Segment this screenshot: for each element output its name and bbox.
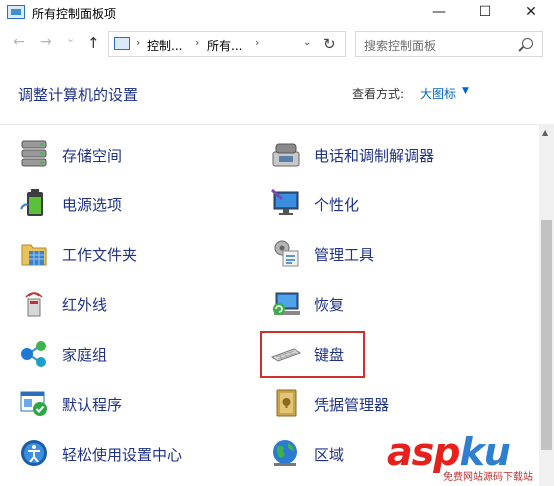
item-label: 工作文件夹 <box>62 246 138 264</box>
item-label: 家庭组 <box>62 346 108 364</box>
window-title: 所有控制面板项 <box>32 7 117 21</box>
phone-modem-icon <box>272 143 300 167</box>
control-panel-icon <box>7 5 25 19</box>
item-recovery[interactable]: 恢复 <box>270 287 500 323</box>
item-label: 个性化 <box>314 196 360 214</box>
item-label: 红外线 <box>62 296 108 314</box>
item-label: 存储空间 <box>62 147 123 165</box>
watermark: aspku 免费网站源码下载站 <box>383 430 554 486</box>
chevron-right-icon: › <box>136 36 141 49</box>
forward-arrow-icon[interactable]: → <box>40 34 52 50</box>
item-label: 凭据管理器 <box>314 396 390 414</box>
address-bar[interactable]: › 控制... › 所有... › ⌄ ↻ <box>108 31 346 57</box>
search-box[interactable]: 搜索控制面板 <box>355 31 543 57</box>
credential-manager-icon <box>276 389 297 417</box>
item-label: 轻松使用设置中心 <box>62 446 183 464</box>
personalization-icon <box>270 188 299 215</box>
watermark-subtitle: 免费网站源码下载站 <box>443 468 533 483</box>
search-icon[interactable] <box>522 38 533 49</box>
minimize-button[interactable]: — <box>416 0 462 26</box>
item-label: 恢复 <box>314 296 345 314</box>
scroll-up-arrow-icon[interactable]: ▲ <box>542 128 548 137</box>
recovery-icon <box>273 292 300 315</box>
admin-tools-icon <box>274 240 299 267</box>
address-dropdown-icon[interactable]: ⌄ <box>303 37 311 48</box>
navigation-bar: ← → ⌄ ↑ › 控制... › 所有... › ⌄ ↻ 搜索控制面板 <box>0 28 554 60</box>
caret-down-icon[interactable]: ▼ <box>462 86 469 96</box>
item-power-options[interactable]: 电源选项 <box>18 187 248 223</box>
region-icon <box>273 440 297 466</box>
breadcrumb-control-panel[interactable]: 控制... <box>147 37 182 54</box>
item-credential-manager[interactable]: 凭据管理器 <box>270 387 500 423</box>
ease-of-access-icon <box>21 440 47 466</box>
work-folders-icon <box>21 244 47 266</box>
address-control-panel-icon <box>114 37 130 50</box>
highlight-box <box>260 331 365 378</box>
item-ease-of-access[interactable]: 轻松使用设置中心 <box>18 437 248 473</box>
item-label: 电源选项 <box>62 196 123 214</box>
item-storage-spaces[interactable]: 存储空间 <box>18 138 248 174</box>
up-arrow-icon[interactable]: ↑ <box>87 34 100 52</box>
recent-locations-chevron-icon[interactable]: ⌄ <box>66 32 75 45</box>
default-programs-icon <box>20 391 47 416</box>
power-options-icon <box>20 189 43 216</box>
infrared-icon <box>25 292 43 317</box>
maximize-button[interactable]: ☐ <box>462 0 508 26</box>
item-work-folders[interactable]: 工作文件夹 <box>18 237 248 273</box>
refresh-icon[interactable]: ↻ <box>323 35 336 53</box>
item-label: 电话和调制解调器 <box>314 147 435 165</box>
chevron-right-icon[interactable]: › <box>255 36 259 49</box>
item-infrared[interactable]: 红外线 <box>18 287 248 323</box>
item-personalization[interactable]: 个性化 <box>270 187 500 223</box>
title-bar: 所有控制面板项 — ☐ ✕ <box>0 0 554 26</box>
back-arrow-icon[interactable]: ← <box>13 34 25 50</box>
divider <box>0 124 540 125</box>
item-phone-modem[interactable]: 电话和调制解调器 <box>270 138 500 174</box>
storage-spaces-icon <box>21 140 47 167</box>
scroll-thumb[interactable] <box>541 220 552 450</box>
item-label: 管理工具 <box>314 246 375 264</box>
chevron-right-icon[interactable]: › <box>195 36 199 49</box>
view-by-dropdown[interactable]: 大图标 <box>420 85 456 102</box>
item-label: 默认程序 <box>62 396 123 414</box>
item-homegroup[interactable]: 家庭组 <box>18 337 248 373</box>
item-admin-tools[interactable]: 管理工具 <box>270 237 500 273</box>
close-button[interactable]: ✕ <box>508 0 554 26</box>
search-input[interactable]: 搜索控制面板 <box>364 37 436 54</box>
breadcrumb-all-items[interactable]: 所有... <box>207 37 242 54</box>
item-default-programs[interactable]: 默认程序 <box>18 387 248 423</box>
homegroup-icon <box>21 341 46 367</box>
page-title: 调整计算机的设置 <box>18 86 139 104</box>
view-by-label: 查看方式: <box>352 87 405 101</box>
item-label: 区域 <box>314 446 345 464</box>
